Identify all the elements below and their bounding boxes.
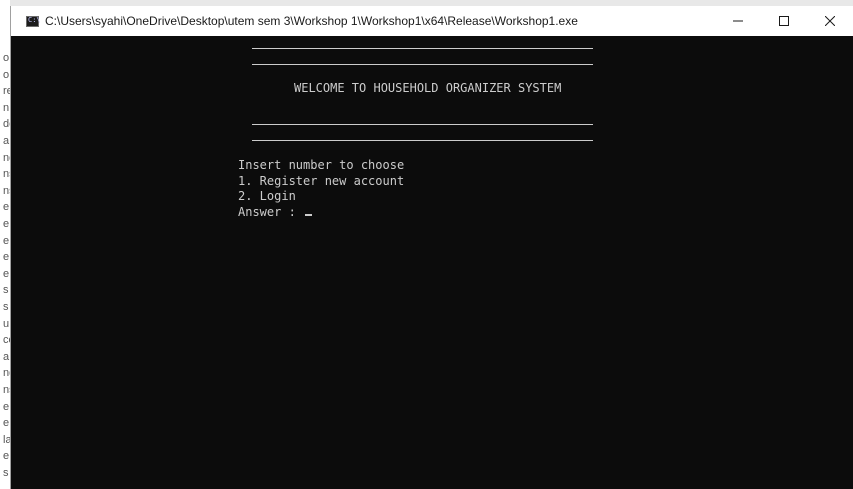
app-icon-glyph: C:\ xyxy=(28,15,41,24)
background-text-fragment: n xyxy=(3,101,10,114)
banner-divider-top-2 xyxy=(252,64,593,65)
window-title: C:\Users\syahi\OneDrive\Desktop\utem sem… xyxy=(45,14,578,28)
background-text-fragment: e xyxy=(3,218,10,230)
background-text-fragment: a xyxy=(3,135,10,147)
console-output[interactable]: WELCOME TO HOUSEHOLD ORGANIZER SYSTEM In… xyxy=(11,36,853,489)
minimize-button[interactable] xyxy=(715,6,761,36)
background-text-fragment: ns xyxy=(3,168,10,181)
background-text-fragment: ns xyxy=(3,384,10,396)
background-text-fragment: e xyxy=(3,234,10,247)
background-text-fragment: e xyxy=(3,267,10,280)
close-icon xyxy=(825,16,835,26)
background-text-fragment: a xyxy=(3,350,10,363)
menu-option-register: 1. Register new account xyxy=(238,174,405,188)
background-text-fragment: s xyxy=(3,284,9,297)
background-text-fragment: oı xyxy=(3,52,10,64)
console-app-icon[interactable]: C:\ xyxy=(26,15,41,27)
menu-option-login: 2. Login xyxy=(238,189,296,203)
maximize-button[interactable] xyxy=(761,6,807,36)
background-text-fragment: s xyxy=(3,467,9,479)
background-text-fragment: o xyxy=(3,68,10,81)
background-text-fragment: e xyxy=(3,450,10,463)
close-button[interactable] xyxy=(807,6,853,36)
background-text-fragment: u xyxy=(3,317,10,330)
background-text-fragment: la xyxy=(3,433,10,446)
menu-heading: Insert number to choose xyxy=(238,158,405,172)
title-bar[interactable]: C:\ C:\Users\syahi\OneDrive\Desktop\utem… xyxy=(11,6,853,36)
banner-divider-top-1 xyxy=(252,48,593,49)
minimize-icon xyxy=(733,20,743,22)
answer-line[interactable]: Answer : xyxy=(238,205,313,221)
background-text-fragment: e xyxy=(3,417,10,430)
background-text-fragment: s xyxy=(3,301,9,313)
desktop: oıorendeangnsnseeeeessuceangnseelaes C:\… xyxy=(0,0,853,489)
welcome-banner: WELCOME TO HOUSEHOLD ORGANIZER SYSTEM xyxy=(294,81,562,95)
background-text-fragment: ce xyxy=(3,334,10,347)
background-text-fragment: e xyxy=(3,201,10,214)
console-window: C:\ C:\Users\syahi\OneDrive\Desktop\utem… xyxy=(10,6,853,489)
background-text-fragment: de xyxy=(3,118,10,131)
background-text-fragment: re xyxy=(3,85,10,98)
text-cursor xyxy=(305,214,313,216)
background-text-fragment: e xyxy=(3,400,10,413)
background-text-fragment: e xyxy=(3,251,10,264)
background-text-fragment: ng xyxy=(3,151,10,164)
answer-prompt: Answer : xyxy=(238,205,304,219)
maximize-icon xyxy=(779,16,789,26)
background-window: oıorendeangnsnseeeeessuceangnseelaes xyxy=(0,0,10,489)
banner-divider-bottom-2 xyxy=(252,140,593,141)
banner-divider-bottom-1 xyxy=(252,124,593,125)
background-text-fragment: ng xyxy=(3,367,10,380)
window-controls xyxy=(715,6,853,36)
background-text-fragment: ns xyxy=(3,184,10,197)
